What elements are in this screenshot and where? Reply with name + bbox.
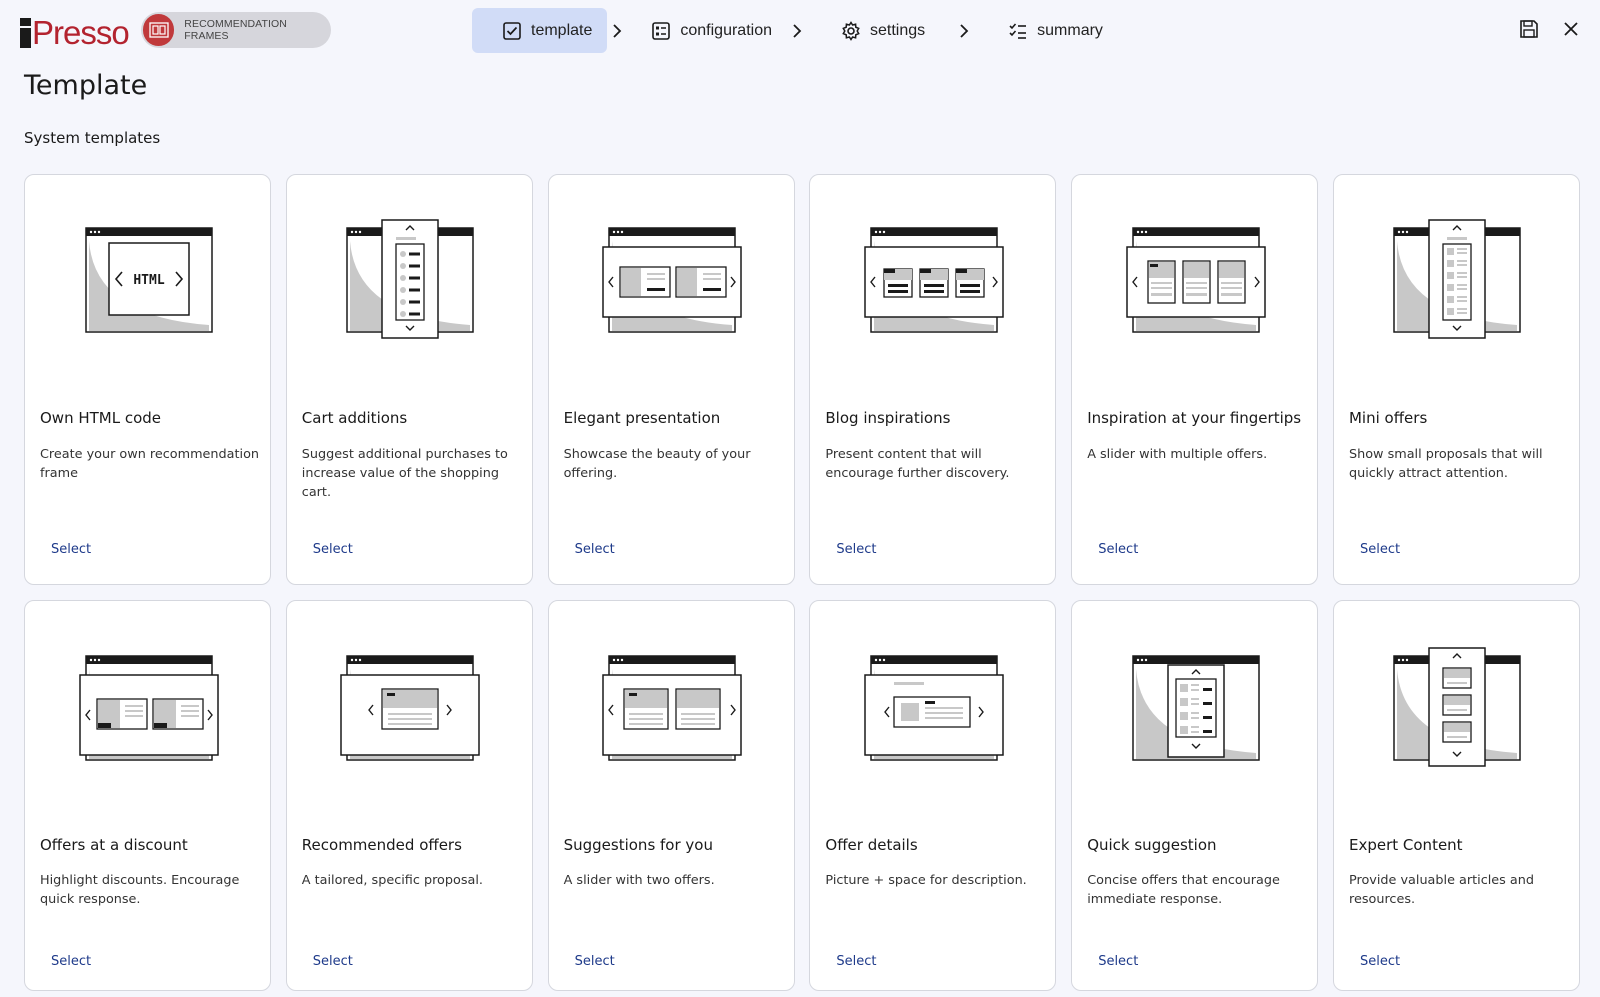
ipresso-logo: Presso <box>20 10 130 51</box>
gear-icon <box>841 20 861 41</box>
logo-i-mark <box>20 18 31 48</box>
own-html-illustration: HTML <box>25 215 272 355</box>
select-button[interactable]: Select <box>1098 542 1138 557</box>
quick-suggestion-illustration <box>1072 651 1319 791</box>
template-description: A slider with multiple offers. <box>1087 447 1268 462</box>
template-card[interactable]: Offer details Picture + space for descri… <box>809 600 1057 991</box>
step-template[interactable]: template <box>472 8 608 53</box>
template-description: Picture + space for description. <box>825 873 1027 888</box>
save-icon[interactable] <box>1518 18 1540 40</box>
template-description: Create your own recommendation frame <box>40 447 260 481</box>
template-title: Cart additions <box>301 409 408 427</box>
step-label: settings <box>870 21 926 39</box>
template-card[interactable]: Elegant presentation Showcase the beauty… <box>547 174 796 585</box>
template-title: Recommended offers <box>301 836 462 854</box>
template-grid: HTML Own HTML code Create your own recom… <box>24 174 1580 991</box>
step-configuration[interactable]: configuration <box>643 8 787 53</box>
template-description: A slider with two offers. <box>563 873 715 888</box>
template-description: Highlight discounts. Encourage quick res… <box>40 873 240 907</box>
template-card[interactable]: Blog inspirations Present content that w… <box>809 174 1057 585</box>
select-button[interactable]: Select <box>51 542 91 557</box>
step-label: template <box>531 21 593 39</box>
template-card[interactable]: Offers at a discount Highlight discounts… <box>24 600 271 991</box>
page-title: Template <box>24 70 148 101</box>
template-title: Mini offers <box>1348 409 1428 427</box>
close-icon[interactable] <box>1560 18 1582 40</box>
step-summary[interactable]: summary <box>990 8 1118 53</box>
select-button[interactable]: Select <box>313 954 353 969</box>
select-button[interactable]: Select <box>51 954 91 969</box>
template-card[interactable]: Expert Content Provide valuable articles… <box>1332 600 1581 991</box>
suggestions-for-you-illustration <box>549 651 796 791</box>
offers-discount-illustration <box>25 651 272 791</box>
template-title: Own HTML code <box>40 409 162 427</box>
inspiration-fingertips-illustration <box>1072 215 1319 355</box>
select-button[interactable]: Select <box>1360 954 1400 969</box>
template-description: Concise offers that encourage immediate … <box>1087 873 1280 907</box>
template-description: Showcase the beauty of your offering. <box>563 447 751 481</box>
template-description: Suggest additional purchases to increase… <box>301 447 508 500</box>
template-title: Offers at a discount <box>40 836 188 854</box>
recommendation-frames-icon <box>143 14 175 46</box>
select-button[interactable]: Select <box>313 542 353 557</box>
template-title: Offer details <box>825 836 918 854</box>
html-label: HTML <box>133 273 164 288</box>
template-card[interactable]: Quick suggestion Concise offers that enc… <box>1071 600 1319 991</box>
logo-text: Presso <box>32 14 130 51</box>
template-title: Quick suggestion <box>1087 836 1217 854</box>
template-description: A tailored, specific proposal. <box>301 873 483 888</box>
select-button[interactable]: Select <box>1098 954 1138 969</box>
module-badge: RECOMMENDATION FRAMES <box>141 12 331 48</box>
template-card[interactable]: HTML Own HTML code Create your own recom… <box>24 174 271 585</box>
recommended-offers-illustration <box>287 651 534 791</box>
template-card[interactable]: Cart additions Suggest additional purcha… <box>285 174 534 585</box>
template-card[interactable]: Suggestions for you A slider with two of… <box>547 600 796 991</box>
template-card[interactable]: Mini offers Show small proposals that wi… <box>1332 174 1581 585</box>
select-button[interactable]: Select <box>575 542 615 557</box>
template-card[interactable]: Recommended offers A tailored, specific … <box>285 600 534 991</box>
select-button[interactable]: Select <box>575 954 615 969</box>
offer-details-illustration <box>810 651 1057 791</box>
select-button[interactable]: Select <box>836 954 876 969</box>
template-title: Elegant presentation <box>563 409 721 427</box>
blog-inspirations-illustration <box>810 215 1057 355</box>
top-bar: Presso RECOMMENDATION FRAMES template co… <box>0 0 1600 60</box>
template-title: Inspiration at your fingertips <box>1087 409 1302 427</box>
template-description: Provide valuable articles and resources. <box>1348 873 1534 907</box>
cart-additions-illustration <box>287 215 534 355</box>
step-label: configuration <box>680 21 772 39</box>
top-actions <box>1518 18 1582 40</box>
step-settings[interactable]: settings <box>823 8 940 53</box>
elegant-presentation-illustration <box>549 215 796 355</box>
template-card[interactable]: Inspiration at your fingertips A slider … <box>1071 174 1319 585</box>
step-label: summary <box>1037 21 1103 39</box>
template-title: Suggestions for you <box>563 836 713 854</box>
module-label: RECOMMENDATION FRAMES <box>184 18 287 42</box>
select-button[interactable]: Select <box>836 542 876 557</box>
checkbox-icon <box>502 21 522 41</box>
template-title: Blog inspirations <box>825 409 951 427</box>
chevron-right-icon <box>607 23 627 38</box>
template-description: Show small proposals that will quickly a… <box>1348 447 1543 481</box>
section-title: System templates <box>24 129 161 147</box>
list-icon <box>651 21 671 41</box>
chevron-right-icon <box>787 23 807 38</box>
select-button[interactable]: Select <box>1360 542 1400 557</box>
template-description: Present content that will encourage furt… <box>825 447 1010 481</box>
mini-offers-illustration <box>1334 215 1581 355</box>
checklist-icon <box>1008 21 1028 41</box>
wizard-steps: template configuration settings summary <box>472 8 1118 53</box>
template-title: Expert Content <box>1348 836 1463 854</box>
expert-content-illustration <box>1334 645 1581 785</box>
chevron-right-icon <box>954 23 974 38</box>
